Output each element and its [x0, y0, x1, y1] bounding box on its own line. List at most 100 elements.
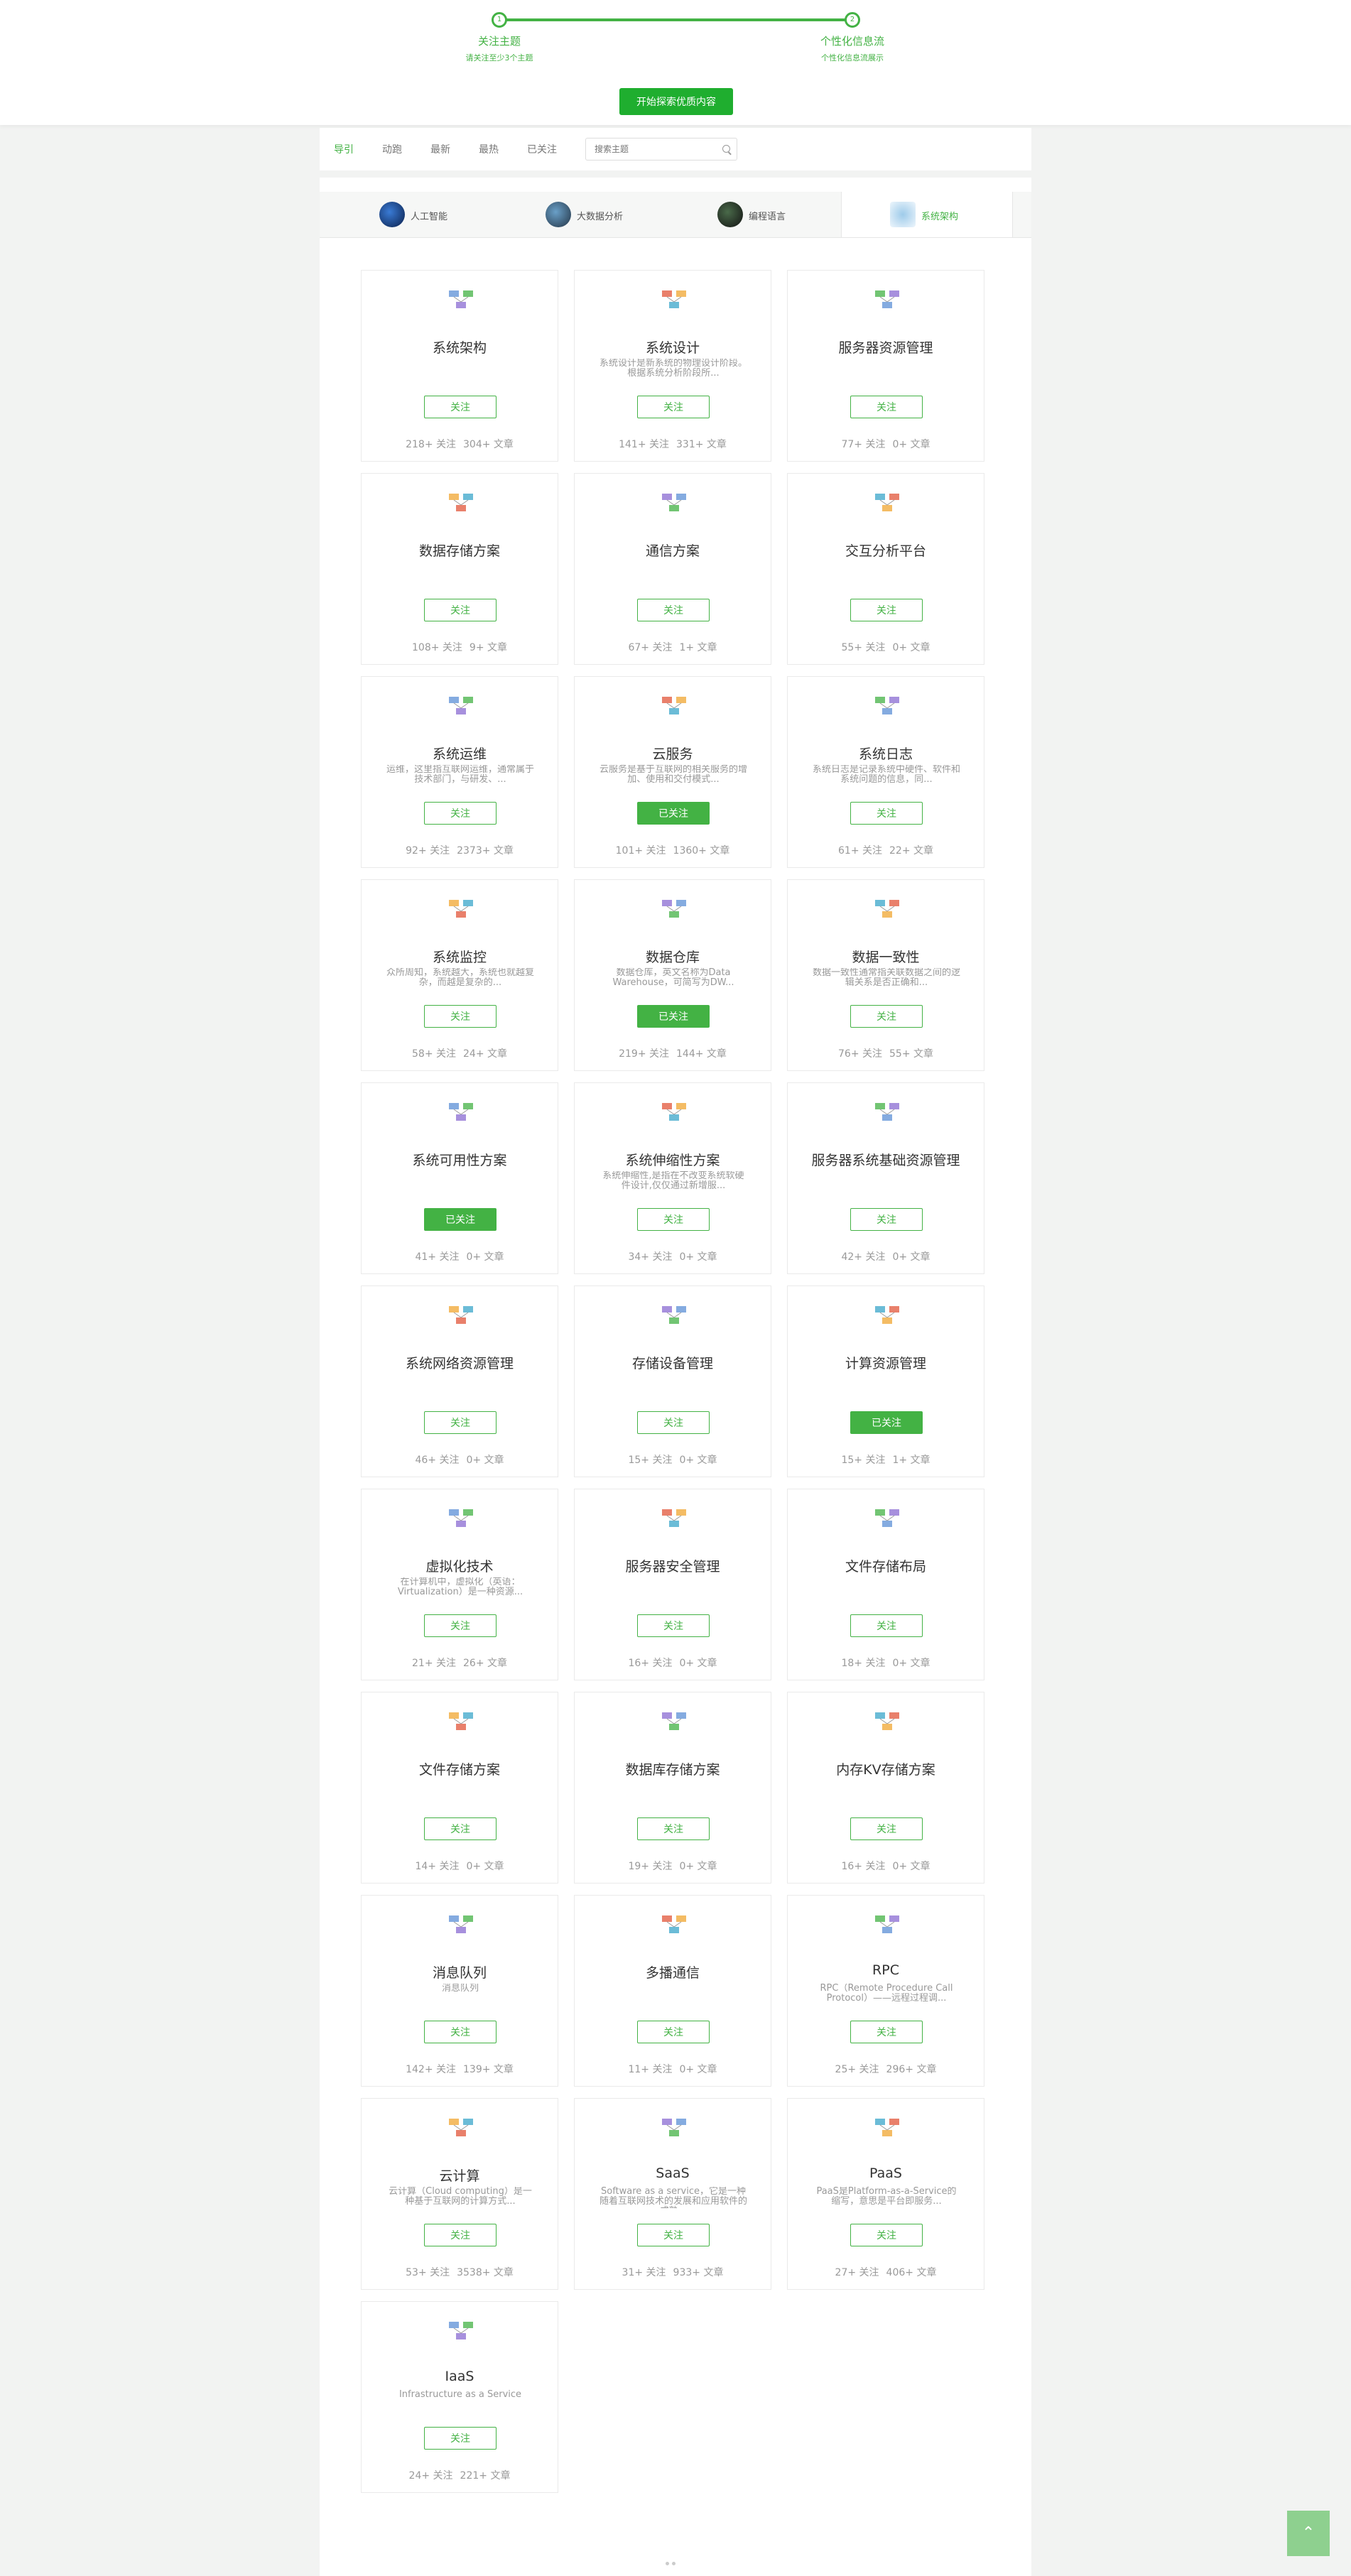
topic-thumbnail-icon: [875, 290, 899, 308]
page-dot[interactable]: [666, 2562, 669, 2565]
topic-description: [386, 562, 535, 583]
topic-description: [599, 562, 748, 583]
follow-button[interactable]: 已关注: [850, 1411, 923, 1434]
topic-stats: 58+ 关注 24+ 文章: [362, 1046, 558, 1060]
topic-card[interactable]: 服务器系统基础资源管理 关注 42+ 关注 0+ 文章: [787, 1082, 984, 1274]
topic-card[interactable]: 交互分析平台 关注 55+ 关注 0+ 文章: [787, 473, 984, 665]
follow-button[interactable]: 关注: [850, 599, 923, 621]
follower-count: 14+ 关注: [415, 1861, 460, 1872]
topic-card[interactable]: 计算资源管理 已关注 15+ 关注 1+ 文章: [787, 1286, 984, 1477]
follower-count: 19+ 关注: [628, 1861, 673, 1872]
topic-card[interactable]: 数据一致性 数据一致性通常指关联数据之间的逻辑关系是否正确和... 关注 76+ 关注…: [787, 879, 984, 1071]
page-dot[interactable]: [672, 2562, 676, 2565]
topic-description: [386, 1171, 535, 1192]
topic-thumbnail-icon: [449, 2322, 473, 2339]
follow-button[interactable]: 关注: [637, 396, 710, 418]
topic-card[interactable]: 内存KV存储方案 关注 16+ 关注 0+ 文章: [787, 1692, 984, 1884]
topic-card[interactable]: PaaS PaaS是Platform-as-a-Service的缩写，意思是平台即…: [787, 2098, 984, 2290]
topic-card[interactable]: 系统网络资源管理 关注 46+ 关注 0+ 文章: [361, 1286, 558, 1477]
topic-card[interactable]: 服务器资源管理 关注 77+ 关注 0+ 文章: [787, 270, 984, 462]
follow-button[interactable]: 关注: [424, 396, 497, 418]
topic-card[interactable]: 存储设备管理 关注 15+ 关注 0+ 文章: [574, 1286, 771, 1477]
follow-button[interactable]: 关注: [424, 1614, 497, 1637]
topic-card[interactable]: 消息队列 消息队列 关注 142+ 关注 139+ 文章: [361, 1895, 558, 2087]
topic-card[interactable]: 系统监控 众所周知，系统越大，系统也就越复杂，而越是复杂的... 关注 58+ 关注 2…: [361, 879, 558, 1071]
topic-card[interactable]: 系统架构 关注 218+ 关注 304+ 文章: [361, 270, 558, 462]
topic-thumbnail-icon: [875, 900, 899, 918]
topic-name: 系统网络资源管理: [405, 1356, 514, 1371]
follow-button[interactable]: 关注: [424, 1817, 497, 1840]
nav-activity[interactable]: 动跑: [382, 142, 402, 156]
nav-hottest[interactable]: 最热: [479, 142, 499, 156]
follow-button[interactable]: 关注: [637, 1208, 710, 1231]
topic-card[interactable]: SaaS Software as a service，它是一种随着互联网技术的发展…: [574, 2098, 771, 2290]
topic-card[interactable]: 数据库存储方案 关注 19+ 关注 0+ 文章: [574, 1692, 771, 1884]
start-explore-button[interactable]: 开始探索优质内容: [619, 88, 733, 115]
topic-thumbnail-icon: [662, 697, 686, 714]
topic-description: 众所周知，系统越大，系统也就越复杂，而越是复杂的...: [386, 968, 534, 988]
topic-card[interactable]: 虚拟化技术 在计算机中，虚拟化（英语：Virtualization）是一种资源..…: [361, 1489, 558, 1680]
nav-latest[interactable]: 最新: [430, 142, 450, 156]
topic-card[interactable]: 系统日志 系统日志是记录系统中硬件、软件和系统问题的信息，同... 关注 61+ 关注…: [787, 676, 984, 868]
topic-description: [386, 1374, 535, 1396]
topic-thumbnail-icon: [449, 1509, 473, 1527]
topic-card[interactable]: 系统可用性方案 已关注 41+ 关注 0+ 文章: [361, 1082, 558, 1274]
tab-system-architecture[interactable]: 系统架构: [841, 192, 1013, 237]
follow-button[interactable]: 关注: [424, 2224, 497, 2246]
topic-card[interactable]: 系统运维 运维，这里指互联网运维，通常属于技术部门，与研发、... 关注 92+ 关注…: [361, 676, 558, 868]
follow-button[interactable]: 关注: [424, 1411, 497, 1434]
topic-stats: 77+ 关注 0+ 文章: [788, 437, 984, 451]
topic-card[interactable]: 文件存储方案 关注 14+ 关注 0+ 文章: [361, 1692, 558, 1884]
tab-programming[interactable]: 编程语言: [672, 192, 848, 237]
topic-card[interactable]: 文件存储布局 关注 18+ 关注 0+ 文章: [787, 1489, 984, 1680]
follower-count: 108+ 关注: [412, 642, 462, 653]
topic-card[interactable]: 云计算 云计算（Cloud computing）是一种基于互联网的计算方式... 关…: [361, 2098, 558, 2290]
tab-ai[interactable]: 人工智能: [320, 192, 496, 237]
follow-button[interactable]: 已关注: [637, 802, 710, 825]
topic-card[interactable]: 系统设计 系统设计是新系统的物理设计阶段。根据系统分析阶段所... 关注 141+ 关…: [574, 270, 771, 462]
step-2-dot: 2: [845, 12, 860, 28]
follow-button[interactable]: 关注: [424, 599, 497, 621]
follow-button[interactable]: 关注: [424, 2427, 497, 2450]
follow-button[interactable]: 关注: [637, 599, 710, 621]
topic-card[interactable]: 服务器安全管理 关注 16+ 关注 0+ 文章: [574, 1489, 771, 1680]
topic-name: 服务器安全管理: [625, 1559, 720, 1575]
follow-button[interactable]: 已关注: [424, 1208, 497, 1231]
follow-button[interactable]: 关注: [424, 802, 497, 825]
chevron-up-icon[interactable]: ⌃: [1287, 2511, 1330, 2556]
topic-card[interactable]: 云服务 云服务是基于互联网的相关服务的增加、使用和交付模式... 已关注 101+ 关…: [574, 676, 771, 868]
topic-card[interactable]: 数据存储方案 关注 108+ 关注 9+ 文章: [361, 473, 558, 665]
follow-button[interactable]: 关注: [637, 1817, 710, 1840]
follow-button[interactable]: 关注: [850, 1005, 923, 1028]
topic-card[interactable]: IaaS Infrastructure as a Service 关注 24+ 关注 2…: [361, 2301, 558, 2493]
topic-card[interactable]: RPC RPC（Remote Procedure Call Protocol）——…: [787, 1895, 984, 2087]
follow-button[interactable]: 关注: [424, 1005, 497, 1028]
follow-button[interactable]: 已关注: [637, 1005, 710, 1028]
topic-card[interactable]: 系统伸缩性方案 系统伸缩性,是指在不改变系统软硬件设计,仅仅通过新增服... 关注 3…: [574, 1082, 771, 1274]
follower-count: 218+ 关注: [406, 439, 456, 450]
follow-button[interactable]: 关注: [637, 1411, 710, 1434]
follow-button[interactable]: 关注: [637, 2021, 710, 2043]
topic-card[interactable]: 多播通信 关注 11+ 关注 0+ 文章: [574, 1895, 771, 2087]
topic-stats: 15+ 关注 0+ 文章: [575, 1452, 771, 1467]
follow-button[interactable]: 关注: [637, 2224, 710, 2246]
follow-button[interactable]: 关注: [850, 1614, 923, 1637]
nav-guide[interactable]: 导引: [334, 142, 354, 156]
search-input[interactable]: [593, 138, 717, 160]
follow-button[interactable]: 关注: [424, 2021, 497, 2043]
follow-button[interactable]: 关注: [850, 2021, 923, 2043]
topic-thumbnail-icon: [662, 290, 686, 308]
follow-button[interactable]: 关注: [637, 1614, 710, 1637]
follow-button[interactable]: 关注: [850, 2224, 923, 2246]
topic-thumbnail-icon: [875, 1915, 899, 1933]
follow-button[interactable]: 关注: [850, 396, 923, 418]
nav-followed[interactable]: 已关注: [527, 142, 557, 156]
tab-bigdata[interactable]: 大数据分析: [496, 192, 672, 237]
follow-button[interactable]: 关注: [850, 1817, 923, 1840]
search-icon[interactable]: [722, 145, 730, 153]
topic-card[interactable]: 通信方案 关注 67+ 关注 1+ 文章: [574, 473, 771, 665]
follow-button[interactable]: 关注: [850, 802, 923, 825]
topic-card[interactable]: 数据仓库 数据仓库，英文名称为Data Warehouse，可简写为DW... 已关…: [574, 879, 771, 1071]
follow-button[interactable]: 关注: [850, 1208, 923, 1231]
article-count: 933+ 文章: [673, 2267, 724, 2278]
